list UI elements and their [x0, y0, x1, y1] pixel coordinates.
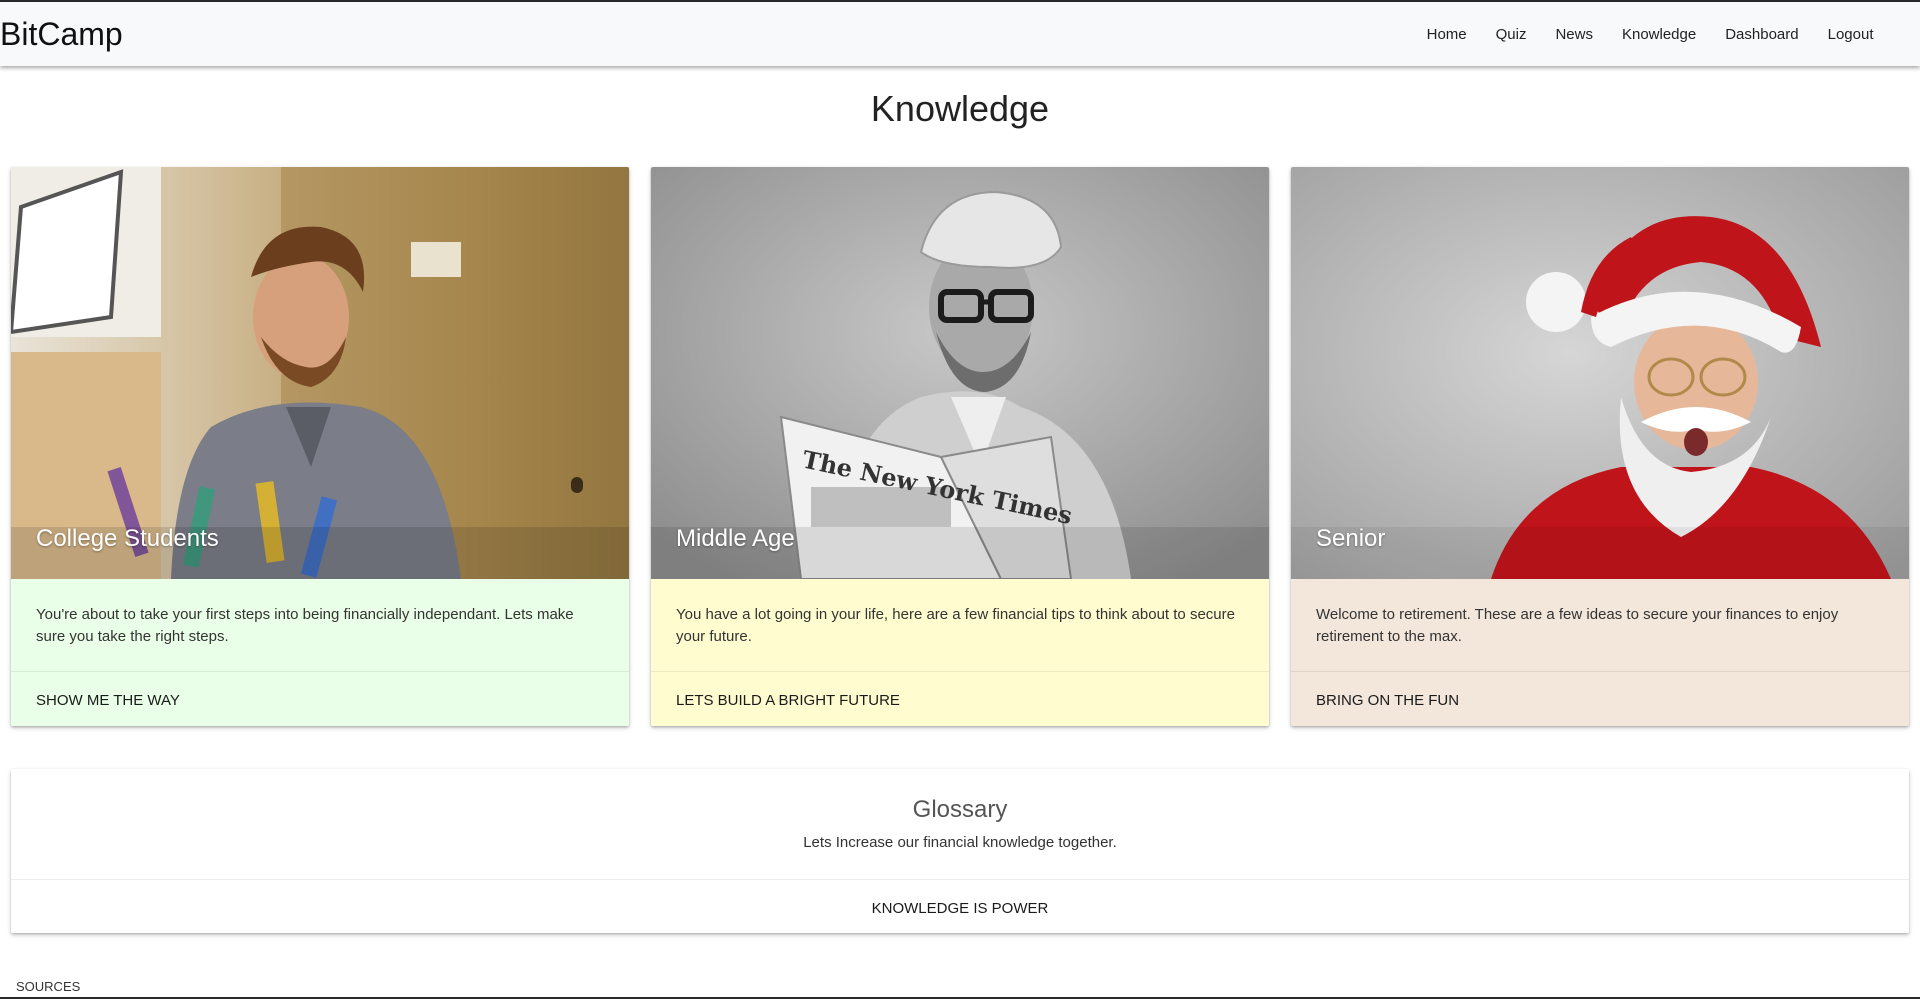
glossary-card: Glossary Lets Increase our financial kno…	[11, 769, 1909, 933]
card-title: Senior	[1316, 525, 1386, 552]
santa-claus-photo-icon: Senior	[1291, 167, 1909, 579]
nav-link-news[interactable]: News	[1541, 26, 1608, 43]
glossary-title: Glossary	[912, 796, 1008, 823]
card-college-students: College Students You're about to take yo…	[11, 167, 629, 726]
brand-logo[interactable]: BitCamp	[0, 16, 123, 53]
card-senior: Senior Welcome to retirement. These are …	[1291, 167, 1909, 726]
show-me-the-way-button[interactable]: SHOW ME THE WAY	[11, 671, 629, 726]
nav-links: Home Quiz News Knowledge Dashboard Logou…	[1412, 2, 1888, 66]
glossary-text: Lets Increase our financial knowledge to…	[803, 834, 1117, 851]
lets-build-a-bright-future-button[interactable]: LETS BUILD A BRIGHT FUTURE	[651, 671, 1269, 726]
nav-link-dashboard[interactable]: Dashboard	[1711, 26, 1813, 43]
knowledge-is-power-button[interactable]: KNOWLEDGE IS POWER	[11, 879, 1909, 933]
man-reading-newspaper-photo-icon: The New York Times Middle Age	[651, 167, 1269, 579]
card-title: Middle Age	[676, 525, 795, 552]
card-content: You're about to take your first steps in…	[11, 579, 629, 671]
navbar: BitCamp Home Quiz News Knowledge Dashboa…	[0, 2, 1920, 66]
card-middle-age: The New York Times Middle Age You have a…	[651, 167, 1269, 726]
card-content: You have a lot going in your life, here …	[651, 579, 1269, 671]
man-at-desk-photo-icon: College Students	[11, 167, 629, 579]
nav-link-knowledge[interactable]: Knowledge	[1607, 26, 1710, 43]
nav-link-logout[interactable]: Logout	[1813, 26, 1888, 43]
card-content: Welcome to retirement. These are a few i…	[1291, 579, 1909, 671]
sources-link[interactable]: SOURCES	[16, 979, 80, 994]
nav-link-quiz[interactable]: Quiz	[1481, 26, 1541, 43]
bring-on-the-fun-button[interactable]: BRING ON THE FUN	[1291, 671, 1909, 726]
page-title: Knowledge	[870, 88, 1050, 129]
card-title: College Students	[36, 525, 219, 552]
nav-link-home[interactable]: Home	[1412, 26, 1481, 43]
